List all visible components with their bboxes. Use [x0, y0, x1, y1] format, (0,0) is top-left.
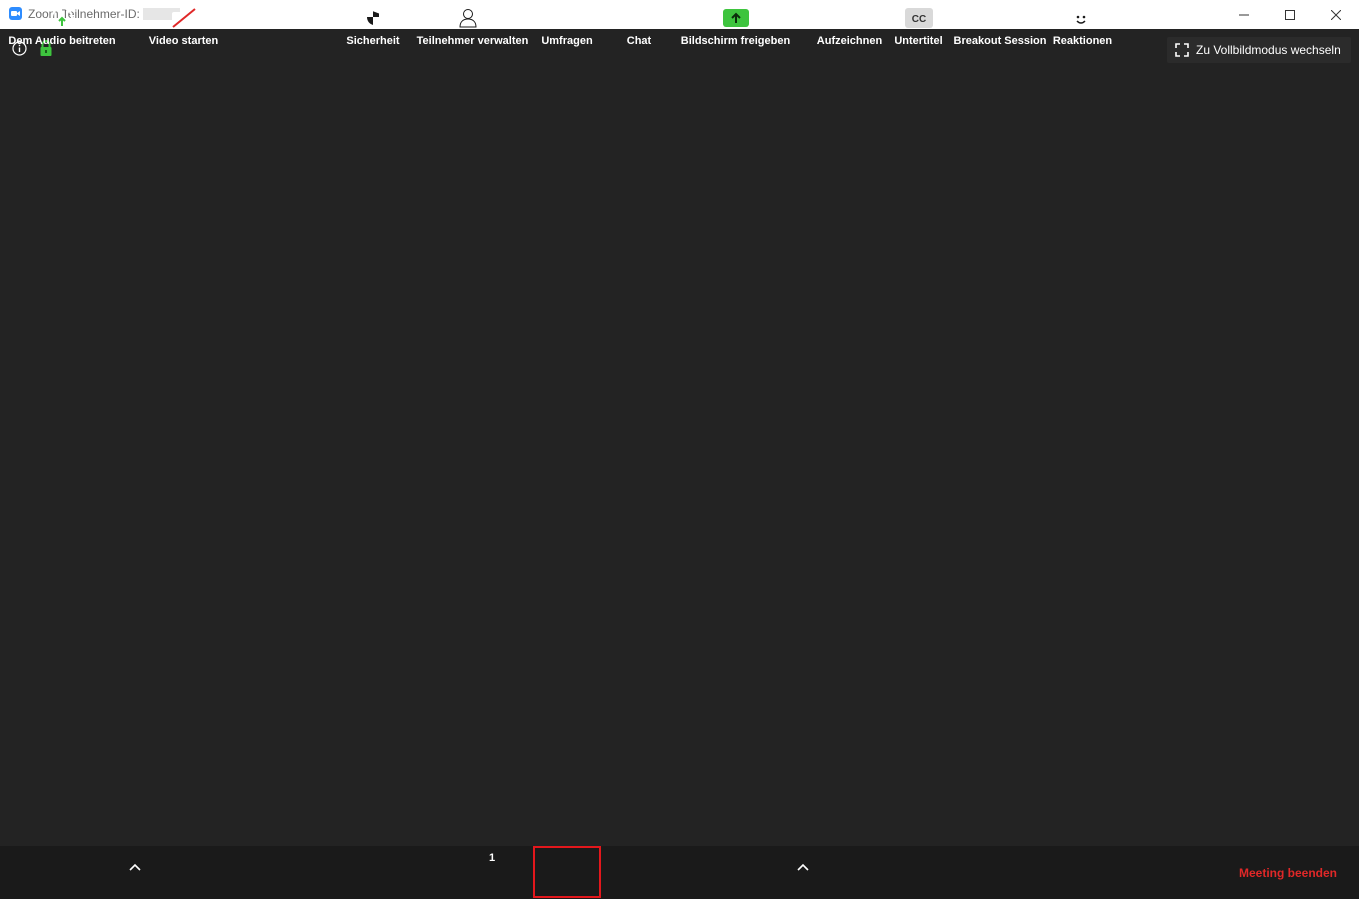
security-button[interactable]: Sicherheit: [345, 0, 401, 53]
chat-button[interactable]: Chat: [620, 0, 658, 53]
captions-label: Untertitel: [894, 35, 943, 47]
share-screen-icon: [722, 7, 750, 29]
poll-chart-icon: [557, 7, 577, 29]
maximize-button[interactable]: [1267, 0, 1313, 29]
svg-text:CC: CC: [911, 14, 925, 25]
share-options-chevron-icon[interactable]: [796, 860, 810, 874]
close-icon: [1331, 9, 1341, 20]
polls-button[interactable]: Umfragen: [536, 0, 598, 53]
participants-icon: [458, 7, 487, 29]
manage-participants-button[interactable]: Teilnehmer verwalten: [415, 0, 530, 53]
chat-bubble-icon: [627, 7, 651, 29]
emoji-add-icon: [1071, 7, 1095, 29]
participants-count-badge: 1: [489, 852, 496, 864]
breakout-session-label: Breakout Session: [953, 35, 1047, 47]
breakout-session-button[interactable]: Breakout Session: [954, 0, 1046, 53]
record-icon: [839, 7, 861, 29]
security-label: Sicherheit: [346, 35, 400, 47]
video-off-icon: [170, 7, 198, 29]
share-screen-label: Bildschirm freigeben: [680, 35, 791, 47]
audio-options-chevron-icon[interactable]: [128, 860, 142, 874]
join-audio-label: Dem Audio beitreten: [8, 35, 116, 47]
minimize-icon: [1239, 14, 1249, 15]
join-audio-button[interactable]: Dem Audio beitreten: [3, 0, 121, 53]
closed-captions-icon: CC: [904, 7, 934, 29]
start-video-label: Video starten: [148, 35, 219, 47]
breakout-grid-icon: [989, 7, 1011, 29]
meeting-toolbar: [0, 846, 1359, 899]
record-button[interactable]: Aufzeichnen: [815, 0, 884, 53]
fullscreen-icon: [1175, 43, 1189, 57]
start-video-button[interactable]: Video starten: [146, 0, 221, 53]
meeting-video-area: Zu Vollbildmodus wechseln: [0, 29, 1359, 846]
manage-participants-label: Teilnehmer verwalten: [416, 35, 529, 47]
polls-label: Umfragen: [541, 35, 593, 47]
reactions-button[interactable]: Reaktionen: [1051, 0, 1114, 53]
shield-icon: [364, 7, 382, 29]
minimize-button[interactable]: [1221, 0, 1267, 29]
end-meeting-button[interactable]: Meeting beenden: [1239, 866, 1337, 880]
fullscreen-button[interactable]: Zu Vollbildmodus wechseln: [1167, 37, 1351, 63]
headphones-icon: [49, 7, 75, 29]
chat-label: Chat: [626, 35, 652, 47]
fullscreen-label: Zu Vollbildmodus wechseln: [1196, 43, 1341, 57]
share-screen-button[interactable]: Bildschirm freigeben: [680, 0, 791, 53]
maximize-icon: [1285, 9, 1295, 20]
record-label: Aufzeichnen: [816, 35, 883, 47]
close-button[interactable]: [1313, 0, 1359, 29]
captions-button[interactable]: CC Untertitel: [891, 0, 946, 53]
reactions-label: Reaktionen: [1052, 35, 1113, 47]
